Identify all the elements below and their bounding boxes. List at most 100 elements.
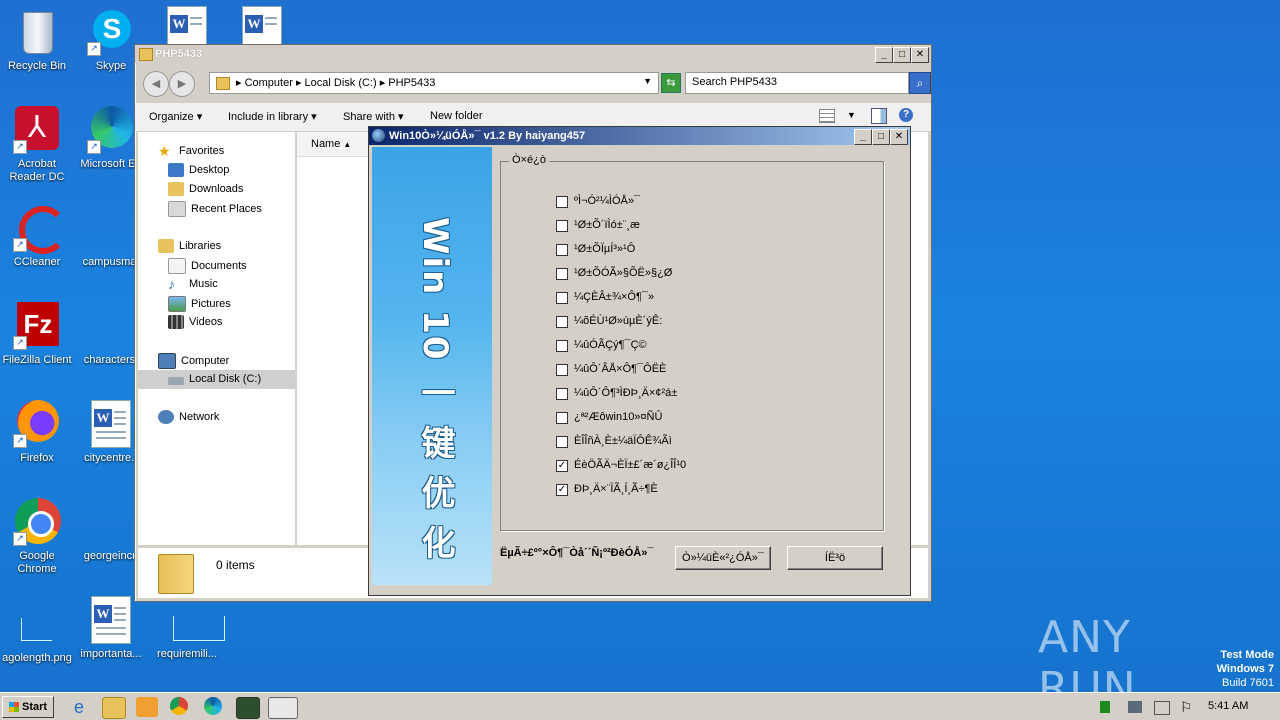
- chrome-taskbar-icon[interactable]: [170, 697, 188, 715]
- breadcrumb-sep: ▸: [379, 77, 389, 89]
- optimize-all-button[interactable]: Ò»¼üÈ«²¿ÓÅ»¯: [675, 546, 771, 570]
- forward-button[interactable]: ▶: [169, 71, 195, 97]
- close-button[interactable]: ✕: [890, 129, 908, 145]
- checkbox[interactable]: [556, 244, 568, 256]
- breadcrumb-php5433[interactable]: PHP5433: [388, 77, 435, 89]
- option-label: ¼ûÓÃÇý¶¯Ç©: [574, 339, 647, 351]
- help-icon[interactable]: ?: [899, 108, 913, 122]
- chevron-down-icon[interactable]: ▼: [847, 110, 856, 120]
- tray-flag-icon[interactable]: ⚐: [1180, 699, 1193, 716]
- nav-recent-places[interactable]: Recent Places: [168, 201, 262, 217]
- checkbox-checked[interactable]: ✓: [556, 484, 568, 496]
- nav-documents[interactable]: Documents: [168, 258, 247, 274]
- blank-file-icon: [87, 204, 135, 252]
- checkbox[interactable]: [556, 220, 568, 232]
- documents-icon: [168, 258, 186, 274]
- recent-places-icon: [168, 201, 186, 217]
- checkbox[interactable]: [556, 268, 568, 280]
- tray-monitor-icon[interactable]: [1154, 701, 1170, 715]
- checkbox[interactable]: [556, 364, 568, 376]
- media-player-icon[interactable]: [136, 697, 158, 717]
- filezilla-icon: Fz ↗: [13, 302, 61, 350]
- dialog-titlebar[interactable]: Win10Ò»¼üÓÅ»¯ v1.2 By haiyang457 _ □ ✕: [369, 127, 910, 145]
- checkbox[interactable]: [556, 412, 568, 424]
- desktop-icon-requiremili[interactable]: requiremili...: [147, 596, 227, 661]
- share-with-menu[interactable]: Share with ▾: [343, 110, 404, 123]
- minimize-button[interactable]: _: [854, 129, 872, 145]
- checkbox[interactable]: [556, 436, 568, 448]
- checkbox-checked[interactable]: ✓: [556, 460, 568, 472]
- checkbox[interactable]: [556, 388, 568, 400]
- edge-icon: ↗: [87, 106, 135, 154]
- option-label: ÈÎÎñÀ¸È±¼äÏÔÊ¾Ãì: [574, 435, 672, 447]
- desktop-icon-filezilla[interactable]: Fz ↗ FileZilla Client: [0, 302, 77, 367]
- desktop-icon-recycle-bin[interactable]: Recycle Bin: [0, 8, 77, 73]
- nav-videos[interactable]: Videos: [168, 315, 222, 329]
- nav-libraries[interactable]: Libraries: [158, 239, 221, 253]
- drive-icon: [168, 376, 184, 385]
- search-placeholder: Search PHP5433: [692, 76, 777, 88]
- terminal-taskbar-icon[interactable]: [236, 697, 260, 719]
- exit-button[interactable]: ÍË³ö: [787, 546, 883, 570]
- desktop-icon-importanta[interactable]: W importanta...: [71, 596, 151, 661]
- nav-favorites[interactable]: ★ Favorites: [158, 144, 224, 158]
- computer-icon: [158, 353, 176, 369]
- close-button[interactable]: ✕: [911, 47, 929, 63]
- image-file-icon: [13, 600, 61, 648]
- clock[interactable]: 5:41 AM: [1208, 700, 1248, 712]
- active-app-taskbar-icon[interactable]: [268, 697, 298, 719]
- nav-computer[interactable]: Computer: [158, 353, 229, 369]
- nav-network[interactable]: Network: [158, 410, 219, 424]
- organize-menu[interactable]: Organize ▾: [149, 110, 202, 123]
- include-in-library-menu[interactable]: Include in library ▾: [228, 110, 317, 123]
- nav-local-disk[interactable]: Local Disk (C:): [168, 373, 261, 385]
- breadcrumb-computer[interactable]: Computer: [245, 77, 293, 89]
- edge-taskbar-icon[interactable]: [204, 697, 222, 715]
- checkbox[interactable]: [556, 292, 568, 304]
- option-label: ¼ÇÈÂ±¾×Ô¶¯»: [574, 291, 655, 303]
- windows-version-label: Windows 7: [1216, 663, 1274, 675]
- test-mode-label: Test Mode: [1220, 649, 1274, 661]
- preview-pane-icon[interactable]: [871, 108, 887, 124]
- checkbox[interactable]: [556, 196, 568, 208]
- address-bar[interactable]: ▸ Computer ▸ Local Disk (C:) ▸ PHP5433 ▼: [209, 72, 659, 94]
- refresh-button[interactable]: ⇆: [661, 73, 681, 93]
- explorer-taskbar-icon[interactable]: [102, 697, 126, 719]
- start-button[interactable]: Start: [2, 696, 54, 718]
- new-folder-button[interactable]: New folder: [430, 110, 483, 122]
- desktop-icon-ccleaner[interactable]: ↗ CCleaner: [0, 204, 77, 269]
- desktop-icon-firefox[interactable]: ↗ Firefox: [0, 400, 77, 465]
- checkbox[interactable]: [556, 316, 568, 328]
- acrobat-icon: ⅄ ↗: [13, 106, 61, 154]
- chevron-down-icon[interactable]: ▼: [643, 76, 652, 86]
- tray-green-icon[interactable]: [1100, 701, 1110, 713]
- tray-network-icon[interactable]: [1128, 701, 1142, 713]
- nav-downloads[interactable]: Downloads: [168, 182, 243, 196]
- blank-file-icon: [87, 498, 135, 546]
- downloads-icon: [168, 182, 184, 196]
- videos-icon: [168, 315, 184, 329]
- maximize-button[interactable]: □: [872, 129, 890, 145]
- checkbox[interactable]: [556, 340, 568, 352]
- desktop-icon-chrome[interactable]: ↗ Google Chrome: [0, 498, 77, 576]
- breadcrumb-localdisk[interactable]: Local Disk (C:): [305, 77, 377, 89]
- search-icon[interactable]: ⌕: [909, 72, 931, 94]
- nav-desktop[interactable]: Desktop: [168, 163, 229, 177]
- desktop-icon-label: Acrobat Reader DC: [9, 158, 65, 183]
- internet-explorer-icon[interactable]: e: [68, 697, 90, 717]
- minimize-button[interactable]: _: [875, 47, 893, 63]
- desktop-icon-acrobat[interactable]: ⅄ ↗ Acrobat Reader DC: [0, 106, 77, 184]
- option-label: ¿ª²Æôwin10»¤ÑÛ: [574, 411, 663, 423]
- view-options-icon[interactable]: [819, 109, 835, 123]
- desktop-icon: [168, 163, 184, 177]
- desktop-icon-agolength[interactable]: agolength.png: [0, 600, 77, 665]
- maximize-button[interactable]: □: [893, 47, 911, 63]
- nav-music[interactable]: ♪ Music: [168, 277, 218, 291]
- nav-pictures[interactable]: Pictures: [168, 296, 231, 312]
- back-button[interactable]: ◀: [143, 71, 169, 97]
- desktop-icon-label: Firefox: [20, 452, 54, 464]
- explorer-titlebar[interactable]: PHP5433 _ □ ✕: [135, 45, 931, 63]
- desktop-icon-label: CCleaner: [13, 256, 61, 268]
- folder-icon: [139, 48, 153, 61]
- search-input[interactable]: Search PHP5433: [685, 72, 909, 94]
